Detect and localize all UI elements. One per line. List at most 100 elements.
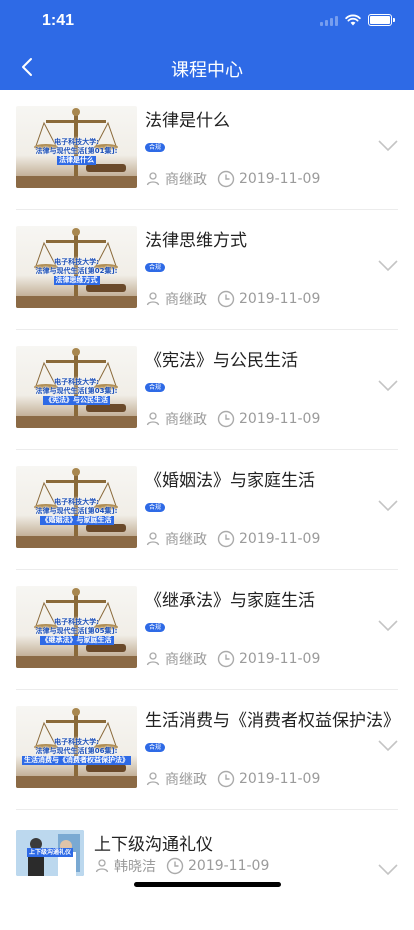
battery-icon <box>368 14 395 26</box>
course-item[interactable]: 上下级沟通礼仪 上下级沟通礼仪 韩晓洁 2019-11-09 <box>0 810 414 930</box>
course-meta: 商继政 2019-11-09 <box>145 529 320 549</box>
course-item[interactable]: 电子科技大学: 法律与现代生活[第02集]: 法律思维方式 法律思维方式 合规 … <box>0 210 414 330</box>
clock-icon <box>166 857 184 875</box>
course-tag: 合规 <box>145 263 166 272</box>
clock-icon <box>217 290 235 308</box>
thumbnail-line-3: 法律是什么 <box>57 156 96 165</box>
thumbnail-caption: 电子科技大学: 法律与现代生活[第05集]: 《继承法》与家庭生活 <box>20 618 133 645</box>
course-date: 2019-11-09 <box>239 411 321 427</box>
course-meta: 商继政 2019-11-09 <box>145 649 320 669</box>
thumbnail-caption: 电子科技大学: 法律与现代生活[第06集]: 生活消费与《消费者权益保护法》 <box>20 738 133 765</box>
thumbnail-line-3: 《婚姻法》与家庭生活 <box>39 516 114 525</box>
thumbnail-line-2: 法律与现代生活[第01集]: <box>35 147 118 155</box>
course-title: 《婚姻法》与家庭生活 <box>145 471 315 491</box>
course-meta: 商继政 2019-11-09 <box>145 409 320 429</box>
thumbnail-line-1: 电子科技大学: <box>54 378 99 386</box>
course-thumbnail: 电子科技大学: 法律与现代生活[第06集]: 生活消费与《消费者权益保护法》 <box>16 706 137 788</box>
thumbnail-caption: 电子科技大学: 法律与现代生活[第04集]: 《婚姻法》与家庭生活 <box>20 498 133 525</box>
thumbnail-line-2: 法律与现代生活[第02集]: <box>35 267 118 275</box>
wifi-icon <box>345 14 361 26</box>
course-author: 商继政 <box>165 652 207 668</box>
clock-icon <box>217 170 235 188</box>
course-item[interactable]: 电子科技大学: 法律与现代生活[第04集]: 《婚姻法》与家庭生活 《婚姻法》与… <box>0 450 414 570</box>
course-meta: 商继政 2019-11-09 <box>145 169 320 189</box>
course-meta: 韩晓洁 2019-11-09 <box>94 856 269 876</box>
course-date: 2019-11-09 <box>239 771 321 787</box>
course-date: 2019-11-09 <box>239 531 321 547</box>
person-icon <box>146 412 160 426</box>
chevron-down-icon[interactable] <box>378 500 398 512</box>
course-tag: 合规 <box>145 623 166 632</box>
course-meta: 商继政 2019-11-09 <box>145 289 320 309</box>
nav-bar: 课程中心 <box>0 44 414 90</box>
course-author: 商继政 <box>165 532 207 548</box>
person-icon <box>146 652 160 666</box>
course-title: 法律是什么 <box>145 111 230 131</box>
thumbnail-line-1: 电子科技大学: <box>54 258 99 266</box>
course-thumbnail: 电子科技大学: 法律与现代生活[第04集]: 《婚姻法》与家庭生活 <box>16 466 137 548</box>
thumbnail-line-1: 电子科技大学: <box>54 618 99 626</box>
course-tag: 合规 <box>145 743 166 752</box>
person-icon <box>146 532 160 546</box>
thumbnail-caption: 上下级沟通礼仪 <box>20 848 80 857</box>
clock-icon <box>217 650 235 668</box>
course-tag: 合规 <box>145 503 166 512</box>
status-bar: 1:41 <box>0 0 414 44</box>
thumbnail-line-2: 法律与现代生活[第04集]: <box>35 507 118 515</box>
course-date: 2019-11-09 <box>239 291 321 307</box>
person-icon <box>146 292 160 306</box>
thumbnail-line-3: 法律思维方式 <box>53 276 100 285</box>
course-title: 上下级沟通礼仪 <box>94 835 213 855</box>
course-author: 商继政 <box>165 412 207 428</box>
course-author: 商继政 <box>165 772 207 788</box>
person-icon <box>146 772 160 786</box>
status-icons <box>320 14 395 26</box>
thumbnail-line-1: 电子科技大学: <box>54 138 99 146</box>
thumbnail-caption: 电子科技大学: 法律与现代生活[第01集]: 法律是什么 <box>20 138 133 165</box>
person-icon <box>95 859 109 873</box>
course-author: 商继政 <box>165 292 207 308</box>
course-item[interactable]: 电子科技大学: 法律与现代生活[第06集]: 生活消费与《消费者权益保护法》 生… <box>0 690 414 810</box>
course-thumbnail: 电子科技大学: 法律与现代生活[第02集]: 法律思维方式 <box>16 226 137 308</box>
course-list: 电子科技大学: 法律与现代生活[第01集]: 法律是什么 法律是什么 合规 商继… <box>0 90 414 930</box>
thumbnail-line-3: 《宪法》与公民生活 <box>43 396 110 405</box>
course-title: 生活消费与《消费者权益保护法》 <box>145 711 400 731</box>
course-item[interactable]: 电子科技大学: 法律与现代生活[第03集]: 《宪法》与公民生活 《宪法》与公民… <box>0 330 414 450</box>
course-date: 2019-11-09 <box>239 651 321 667</box>
course-title: 法律思维方式 <box>145 231 247 251</box>
chevron-down-icon[interactable] <box>378 620 398 632</box>
course-tag: 合规 <box>145 143 166 152</box>
status-time: 1:41 <box>42 12 75 29</box>
course-date: 2019-11-09 <box>188 858 270 874</box>
page-title: 课程中心 <box>171 60 243 81</box>
thumbnail-caption: 电子科技大学: 法律与现代生活[第02集]: 法律思维方式 <box>20 258 133 285</box>
thumbnail-line-2: 法律与现代生活[第06集]: <box>35 747 118 755</box>
chevron-down-icon[interactable] <box>378 864 398 876</box>
chevron-down-icon[interactable] <box>378 740 398 752</box>
course-thumbnail: 电子科技大学: 法律与现代生活[第03集]: 《宪法》与公民生活 <box>16 346 137 428</box>
course-thumbnail: 上下级沟通礼仪 <box>16 830 84 876</box>
thumbnail-line-3: 《继承法》与家庭生活 <box>39 636 114 645</box>
home-indicator[interactable] <box>134 882 281 887</box>
cellular-signal-icon <box>320 15 338 26</box>
course-author: 韩晓洁 <box>114 859 156 875</box>
course-tag: 合规 <box>145 383 166 392</box>
chevron-down-icon[interactable] <box>378 260 398 272</box>
course-title: 《继承法》与家庭生活 <box>145 591 315 611</box>
thumbnail-line-2: 法律与现代生活[第05集]: <box>35 627 118 635</box>
course-date: 2019-11-09 <box>239 171 321 187</box>
thumbnail-line-1: 电子科技大学: <box>54 738 99 746</box>
thumbnail-line-1: 电子科技大学: <box>54 498 99 506</box>
chevron-down-icon[interactable] <box>378 140 398 152</box>
clock-icon <box>217 410 235 428</box>
course-author: 商继政 <box>165 172 207 188</box>
course-item[interactable]: 电子科技大学: 法律与现代生活[第01集]: 法律是什么 法律是什么 合规 商继… <box>0 90 414 210</box>
course-meta: 商继政 2019-11-09 <box>145 769 320 789</box>
thumbnail-line-3: 上下级沟通礼仪 <box>26 848 73 857</box>
clock-icon <box>217 530 235 548</box>
chevron-down-icon[interactable] <box>378 380 398 392</box>
course-item[interactable]: 电子科技大学: 法律与现代生活[第05集]: 《继承法》与家庭生活 《继承法》与… <box>0 570 414 690</box>
thumbnail-line-3: 生活消费与《消费者权益保护法》 <box>22 756 131 765</box>
person-icon <box>146 172 160 186</box>
thumbnail-line-2: 法律与现代生活[第03集]: <box>35 387 118 395</box>
